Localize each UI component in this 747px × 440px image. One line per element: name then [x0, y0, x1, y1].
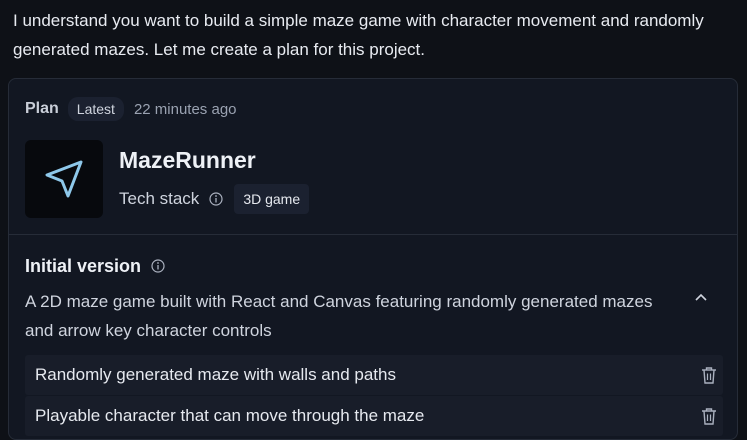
- tech-stack-badge: 3D game: [234, 184, 310, 214]
- feature-label: Playable character that can move through…: [35, 406, 425, 425]
- version-title: Initial version: [25, 255, 142, 276]
- feature-item: Randomly generated maze with walls and p…: [25, 355, 723, 395]
- divider: [9, 234, 737, 235]
- version-description: A 2D maze game built with React and Canv…: [25, 292, 653, 340]
- plan-label: Plan: [25, 100, 59, 117]
- chevron-up-icon[interactable]: [691, 287, 711, 307]
- version-header: Initial version: [25, 253, 165, 279]
- info-icon[interactable]: [151, 259, 165, 273]
- plan-header: Plan Latest 22 minutes ago: [25, 96, 237, 122]
- app-name: MazeRunner: [119, 147, 256, 173]
- navigation-arrow-icon: [45, 160, 83, 198]
- tech-stack-row: Tech stack 3D game: [119, 184, 310, 214]
- trash-icon[interactable]: [699, 365, 719, 385]
- plan-card: Plan Latest 22 minutes ago MazeRunner Te…: [8, 78, 738, 440]
- feature-item: Playable character that can move through…: [25, 396, 723, 436]
- trash-icon[interactable]: [699, 406, 719, 426]
- plan-timestamp: 22 minutes ago: [133, 100, 237, 118]
- latest-badge: Latest: [67, 97, 124, 121]
- feature-label: Randomly generated maze with walls and p…: [35, 365, 396, 384]
- assistant-message: I understand you want to build a simple …: [13, 11, 704, 59]
- app-icon: [25, 140, 103, 218]
- tech-stack-label: Tech stack: [119, 189, 200, 208]
- info-icon[interactable]: [209, 192, 223, 206]
